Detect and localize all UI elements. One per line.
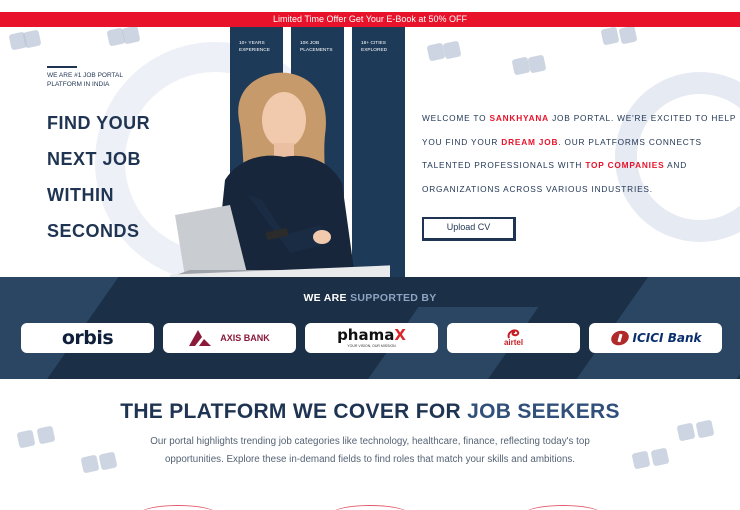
upload-cv-button[interactable]: Upload CV xyxy=(422,217,516,241)
title-highlight: JOB SEEKERS xyxy=(467,400,620,423)
platform-section: THE PLATFORM WE COVER FOR JOB SEEKERS Ou… xyxy=(0,379,740,510)
decor-square xyxy=(527,54,547,74)
kicker-underline xyxy=(47,66,77,68)
decor-square xyxy=(121,27,141,45)
stat-line: 10+ YEARS xyxy=(239,41,265,46)
decor-square xyxy=(631,450,651,470)
title-part: WE ARE xyxy=(303,292,351,304)
hero-section: WE ARE #1 JOB PORTAL PLATFORM IN INDIA F… xyxy=(0,27,740,277)
brand-highlight: SANKHYANA xyxy=(489,113,549,123)
promo-text[interactable]: Limited Time Offer Get Your E-Book at 50… xyxy=(273,14,467,24)
axis-bank-icon xyxy=(189,330,212,346)
decor-square xyxy=(618,27,638,45)
decor-square xyxy=(22,29,42,49)
axis-bank-wordmark: AXIS BANK xyxy=(220,333,270,343)
decor-arc xyxy=(138,505,218,510)
decor-square xyxy=(98,451,118,471)
decor-arc xyxy=(330,505,410,510)
title-part: THE PLATFORM WE COVER FOR xyxy=(120,400,468,423)
decor-square xyxy=(16,429,36,449)
decor-arc xyxy=(523,505,603,510)
dream-job-highlight: DREAM JOB xyxy=(501,136,559,147)
stat-line: EXPERIENCE xyxy=(239,48,270,53)
title-highlight: SUPPORTED BY xyxy=(350,292,437,304)
page-root: Limited Time Offer Get Your E-Book at 50… xyxy=(0,0,740,510)
decor-square xyxy=(80,454,100,474)
orbis-logo[interactable]: orbis xyxy=(21,323,154,353)
stat-line: PLACEMENTS xyxy=(300,48,333,53)
hero-person-image xyxy=(170,72,390,277)
top-companies-highlight: TOP COMPANIES xyxy=(585,160,665,170)
stat-line: EXPLORED xyxy=(361,48,388,53)
icici-wordmark: ICICI Bank xyxy=(632,331,702,345)
orbis-wordmark: orbis xyxy=(61,327,114,349)
airtel-logo[interactable]: airtel xyxy=(447,323,580,353)
supported-by-title: WE ARE SUPPORTED BY xyxy=(0,292,740,304)
welcome-paragraph: WELCOME TO SANKHYANA JOB PORTAL. WE'RE E… xyxy=(422,107,740,201)
phamax-logo[interactable]: phamaX YOUR VISION, OUR MISSION xyxy=(305,323,438,353)
icici-icon xyxy=(610,330,629,346)
axis-bank-logo[interactable]: AXIS BANK xyxy=(163,323,296,353)
decor-square xyxy=(442,40,462,60)
phamax-x: X xyxy=(394,326,406,344)
decor-square xyxy=(650,447,670,467)
promo-banner[interactable]: Limited Time Offer Get Your E-Book at 50… xyxy=(0,12,740,27)
platform-title: THE PLATFORM WE COVER FOR JOB SEEKERS xyxy=(0,400,740,424)
icici-bank-logo[interactable]: ICICI Bank xyxy=(589,323,722,353)
hero-kicker: WE ARE #1 JOB PORTAL PLATFORM IN INDIA xyxy=(47,72,123,88)
decor-square xyxy=(676,422,696,442)
platform-description: Our portal highlights trending job categ… xyxy=(150,436,590,466)
phamax-tagline: YOUR VISION, OUR MISSION xyxy=(347,344,396,348)
phamax-text: phama xyxy=(337,326,395,344)
decor-square xyxy=(36,425,56,445)
welcome-part: WELCOME TO xyxy=(422,113,490,123)
phamax-wordmark: phamaX xyxy=(337,328,406,343)
stat-line: 10K JOB xyxy=(300,41,320,46)
supported-by-section: WE ARE SUPPORTED BY orbis AXIS BANK pham… xyxy=(0,277,740,379)
decor-square xyxy=(600,27,620,46)
airtel-wordmark: airtel xyxy=(503,338,524,347)
stat-line: 18+ CITIES xyxy=(361,41,386,46)
